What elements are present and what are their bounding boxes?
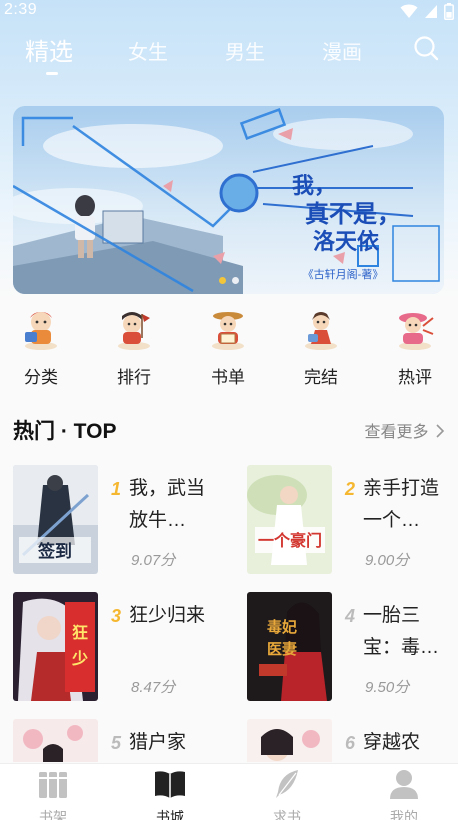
svg-text:签到: 签到 (37, 541, 72, 562)
completed-mascot-icon (305, 312, 337, 350)
quick-nav-booklist-label: 书单 (211, 368, 245, 387)
bottom-nav-bookstore-label: 书城 (156, 809, 184, 820)
book-rank-1: 1 (111, 479, 122, 499)
top-tab-bar: 精选 女生 男生 漫画 (0, 30, 458, 80)
bottom-nav-request-label: 求书 (273, 809, 301, 820)
bottom-nav-bookstore[interactable]: 书城 (135, 768, 205, 820)
book-cover-2: 一个豪门 (247, 465, 332, 574)
bottom-nav-bar: 书架 书城 求书 我的 (0, 763, 458, 820)
book-item-1[interactable]: 签到 1 我，武当放牛… 9.07分 (13, 465, 223, 577)
banner-dot-1[interactable] (218, 277, 226, 284)
book-title-2: 亲手打造一个… (363, 478, 440, 531)
banner-pagination (13, 277, 444, 284)
quick-nav-hot-review[interactable]: 热评 (380, 308, 450, 388)
bottom-nav-bookshelf-label: 书架 (39, 809, 67, 820)
svg-text:医妻: 医妻 (267, 640, 297, 658)
bookshelf-icon (39, 772, 67, 798)
quick-nav-category-label: 分类 (24, 368, 58, 387)
svg-text:少: 少 (71, 649, 88, 668)
tab-featured[interactable]: 精选 (25, 32, 73, 67)
book-title-6: 穿越农 (363, 732, 421, 753)
user-icon (390, 770, 418, 799)
svg-text:一个豪门: 一个豪门 (258, 531, 322, 550)
book-open-icon (155, 771, 185, 798)
signal-icon (425, 4, 437, 18)
book-rank-2: 2 (345, 479, 356, 499)
tab-male[interactable]: 男生 (225, 36, 265, 65)
category-mascot-icon (25, 312, 57, 350)
battery-icon (444, 2, 454, 20)
view-more-link[interactable]: 查看更多 (365, 418, 445, 442)
search-icon[interactable] (412, 34, 440, 62)
bottom-nav-request[interactable]: 求书 (252, 768, 322, 820)
book-title-3: 狂少归来 (129, 605, 206, 626)
book-score-4: 9.50分 (365, 679, 410, 696)
book-score-3: 8.47分 (131, 679, 176, 696)
book-title-1: 我，武当放牛… (129, 478, 206, 531)
book-item-4[interactable]: 毒妃 医妻 4 一胎三宝：毒… 9.50分 (247, 592, 457, 704)
hot-review-mascot-icon (399, 313, 434, 350)
app-screen: 2:39 精选 女生 男生 漫画 我， 真不是， 洛天依 《古轩月阁-著》 分类… (0, 0, 458, 820)
quick-nav-completed[interactable]: 完结 (286, 308, 356, 388)
book-cover-4: 毒妃 医妻 (247, 592, 332, 701)
book-cover-6 (247, 719, 332, 762)
quick-nav-category[interactable]: 分类 (6, 308, 76, 388)
status-bar: 2:39 (0, 0, 458, 22)
book-cover-1: 签到 (13, 465, 98, 574)
tab-comics[interactable]: 漫画 (322, 36, 362, 65)
tab-female[interactable]: 女生 (128, 36, 168, 65)
bottom-nav-profile-label: 我的 (390, 809, 418, 820)
book-item-2[interactable]: 一个豪门 2 亲手打造一个… 9.00分 (247, 465, 457, 577)
bottom-nav-bookshelf[interactable]: 书架 (18, 768, 88, 820)
chevron-right-icon (436, 424, 445, 438)
banner-dot-2[interactable] (231, 277, 239, 284)
book-rank-5: 5 (111, 733, 122, 753)
ranking-mascot-icon (118, 312, 150, 350)
wifi-icon (400, 4, 418, 18)
book-rank-3: 3 (111, 606, 122, 626)
book-rank-4: 4 (345, 606, 356, 626)
book-cover-5 (13, 719, 98, 762)
promo-banner[interactable]: 我， 真不是， 洛天依 《古轩月阁-著》 (13, 106, 444, 294)
book-score-1: 9.07分 (131, 552, 176, 569)
bottom-nav-profile[interactable]: 我的 (369, 768, 439, 820)
book-title-4: 一胎三宝：毒… (363, 605, 440, 658)
feather-icon (276, 770, 298, 798)
book-cover-3: 狂 少 (13, 592, 98, 701)
hot-section-header: 热门 · TOP 查看更多 (13, 413, 445, 443)
view-more-label: 查看更多 (364, 424, 429, 441)
quick-nav-hot-review-label: 热评 (398, 368, 432, 387)
book-item-5[interactable]: 5 猎户家 (13, 719, 223, 762)
book-score-2: 9.00分 (365, 552, 410, 569)
quick-nav-completed-label: 完结 (304, 368, 338, 387)
active-tab-indicator (46, 72, 58, 75)
book-item-6[interactable]: 6 穿越农 (247, 719, 457, 762)
status-time: 2:39 (4, 1, 38, 18)
quick-nav-ranking-label: 排行 (117, 368, 151, 387)
quick-nav-booklist[interactable]: 书单 (193, 308, 263, 388)
book-rank-6: 6 (345, 733, 356, 753)
status-icons (400, 2, 454, 20)
svg-text:毒妃: 毒妃 (267, 618, 297, 636)
svg-text:狂: 狂 (72, 623, 88, 642)
book-item-3[interactable]: 狂 少 3 狂少归来 8.47分 (13, 592, 223, 704)
hot-section-title: 热门 · TOP (13, 420, 117, 443)
quick-nav-ranking[interactable]: 排行 (99, 308, 169, 388)
booklist-mascot-icon (212, 312, 244, 350)
banner-headline-3: 洛天依 (313, 229, 380, 255)
book-title-5: 猎户家 (129, 732, 187, 753)
hot-book-list: 签到 1 我，武当放牛… 9.07分 一个豪门 2 亲手打造一个… 9.00分 (0, 462, 458, 762)
quick-nav: 分类 排行 书单 完结 热评 (0, 308, 458, 388)
